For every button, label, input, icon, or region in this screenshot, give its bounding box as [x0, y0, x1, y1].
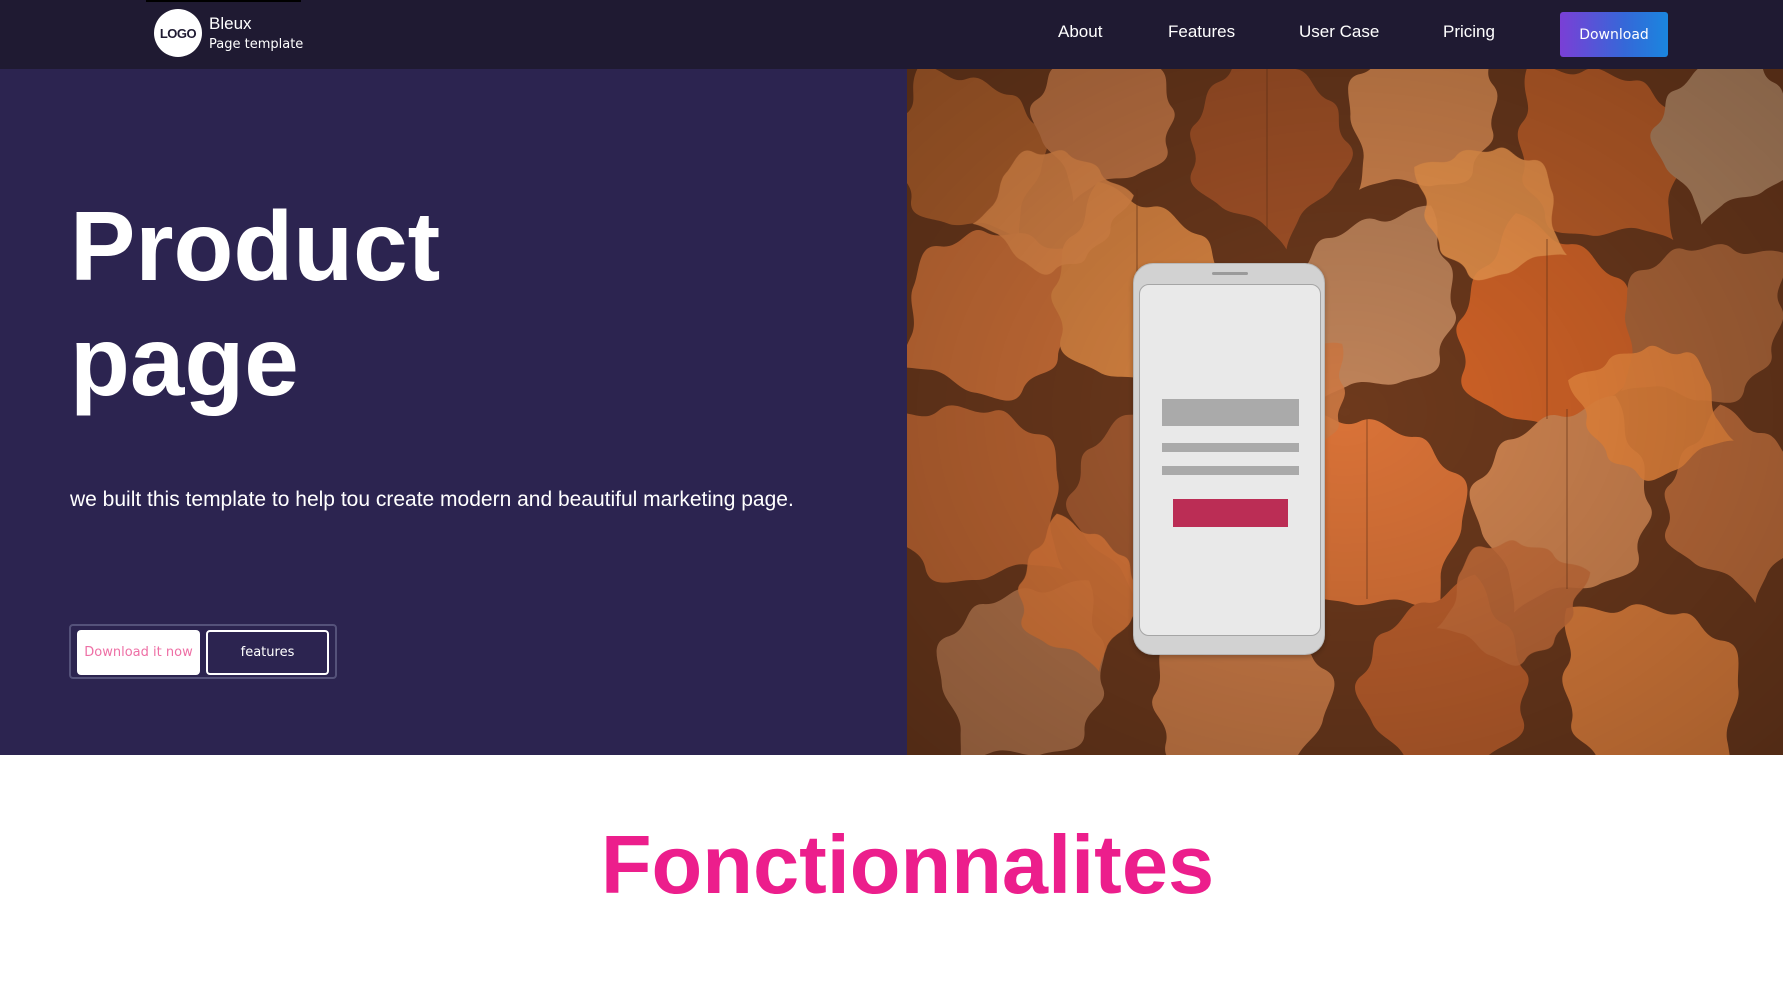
nav-link-user-case[interactable]: User Case	[1299, 22, 1379, 42]
smartphone-mockup	[1133, 263, 1325, 655]
nav-link-about[interactable]: About	[1058, 22, 1102, 42]
hero-description: we built this template to help tou creat…	[70, 488, 794, 511]
autumn-leaves-image	[907, 69, 1783, 755]
hero-title-line-2: page	[70, 306, 299, 416]
features-section: Fonctionnalites	[0, 755, 1783, 997]
nav-download-button[interactable]: Download	[1560, 12, 1668, 57]
hero-title-line-1: Product	[70, 191, 441, 301]
hero-title: Product page	[70, 189, 590, 419]
download-now-button[interactable]: Download it now	[77, 630, 200, 675]
phone-screen	[1139, 284, 1321, 636]
phone-placeholder-line	[1162, 443, 1299, 452]
hero-button-group: Download it now features	[69, 624, 337, 679]
nav-link-pricing[interactable]: Pricing	[1443, 22, 1495, 42]
phone-placeholder-line	[1162, 466, 1299, 475]
nav-links: About Features User Case Pricing	[0, 0, 1783, 69]
phone-speaker	[1212, 272, 1248, 275]
features-title: Fonctionnalites	[600, 818, 1215, 911]
phone-placeholder-button	[1173, 499, 1288, 527]
phone-placeholder-header	[1162, 399, 1299, 426]
features-button[interactable]: features	[206, 630, 329, 675]
nav-link-features[interactable]: Features	[1168, 22, 1235, 42]
hero-section: Product page we built this template to h…	[0, 69, 907, 755]
navbar: LOGO Bleux Page template About Features …	[0, 0, 1783, 69]
